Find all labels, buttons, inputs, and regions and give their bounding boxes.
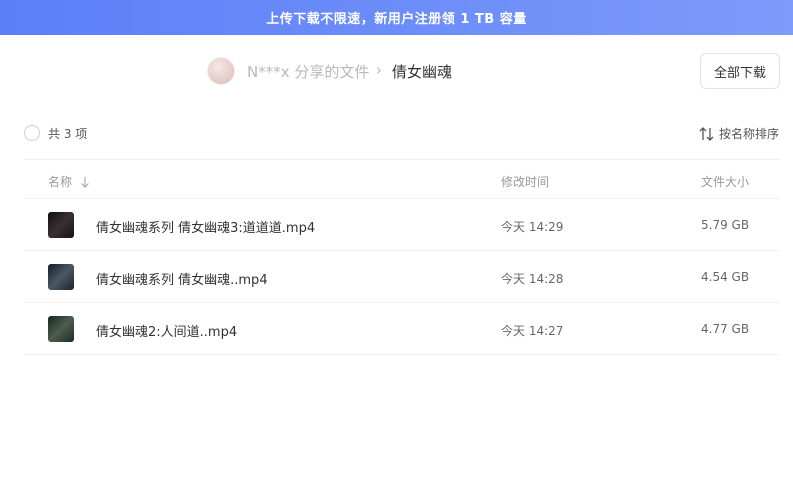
list-toolbar: 共 3 项 按名称排序 bbox=[0, 117, 793, 149]
breadcrumb-owner[interactable]: N***x 分享的文件 bbox=[247, 61, 369, 82]
owner-avatar bbox=[207, 57, 235, 85]
sort-by-name-button[interactable]: 按名称排序 bbox=[699, 125, 779, 142]
file-name[interactable]: 倩女幽魂2:人间道..mp4 bbox=[96, 321, 237, 340]
breadcrumb-current-folder: 倩女幽魂 bbox=[392, 63, 453, 81]
video-thumbnail bbox=[48, 264, 74, 290]
column-header-size[interactable]: 文件大小 bbox=[701, 173, 749, 190]
item-count: 共 3 项 bbox=[48, 127, 88, 141]
promo-banner[interactable]: 上传下载不限速，新用户注册领 1 TB 容量 bbox=[0, 0, 793, 35]
column-header-name-label: 名称 bbox=[48, 175, 73, 189]
column-header-name[interactable]: 名称 bbox=[48, 173, 90, 190]
share-header: N***x 分享的文件 › 倩女幽魂 全部下载 bbox=[0, 35, 793, 107]
table-header: 名称 修改时间 文件大小 bbox=[24, 159, 780, 199]
file-name[interactable]: 倩女幽魂系列 倩女幽魂3:道道道.mp4 bbox=[96, 217, 315, 236]
select-all-checkbox[interactable] bbox=[24, 125, 40, 141]
sort-label: 按名称排序 bbox=[718, 127, 779, 141]
file-size: 4.54 GB bbox=[701, 270, 750, 284]
file-modified-time: 今天 14:29 bbox=[501, 220, 564, 234]
column-header-modified[interactable]: 修改时间 bbox=[501, 173, 549, 190]
sort-icon bbox=[699, 126, 714, 141]
video-thumbnail bbox=[48, 316, 74, 342]
file-table: 名称 修改时间 文件大小 倩女幽魂系列 倩女幽魂3:道道道.mp4 今天 14:… bbox=[24, 159, 780, 355]
download-all-button[interactable]: 全部下载 bbox=[700, 53, 780, 89]
table-row[interactable]: 倩女幽魂系列 倩女幽魂3:道道道.mp4 今天 14:29 5.79 GB bbox=[24, 199, 780, 251]
file-name[interactable]: 倩女幽魂系列 倩女幽魂..mp4 bbox=[96, 269, 268, 288]
file-modified-time: 今天 14:28 bbox=[501, 272, 564, 286]
arrow-down-icon bbox=[81, 176, 89, 188]
file-modified-time: 今天 14:27 bbox=[501, 324, 564, 338]
file-size: 4.77 GB bbox=[701, 322, 750, 336]
file-size: 5.79 GB bbox=[701, 218, 750, 232]
promo-banner-text: 上传下载不限速，新用户注册领 1 TB 容量 bbox=[266, 12, 527, 27]
video-thumbnail bbox=[48, 212, 74, 238]
breadcrumb-separator-icon: › bbox=[376, 61, 382, 79]
table-row[interactable]: 倩女幽魂2:人间道..mp4 今天 14:27 4.77 GB bbox=[24, 303, 780, 355]
table-row[interactable]: 倩女幽魂系列 倩女幽魂..mp4 今天 14:28 4.54 GB bbox=[24, 251, 780, 303]
